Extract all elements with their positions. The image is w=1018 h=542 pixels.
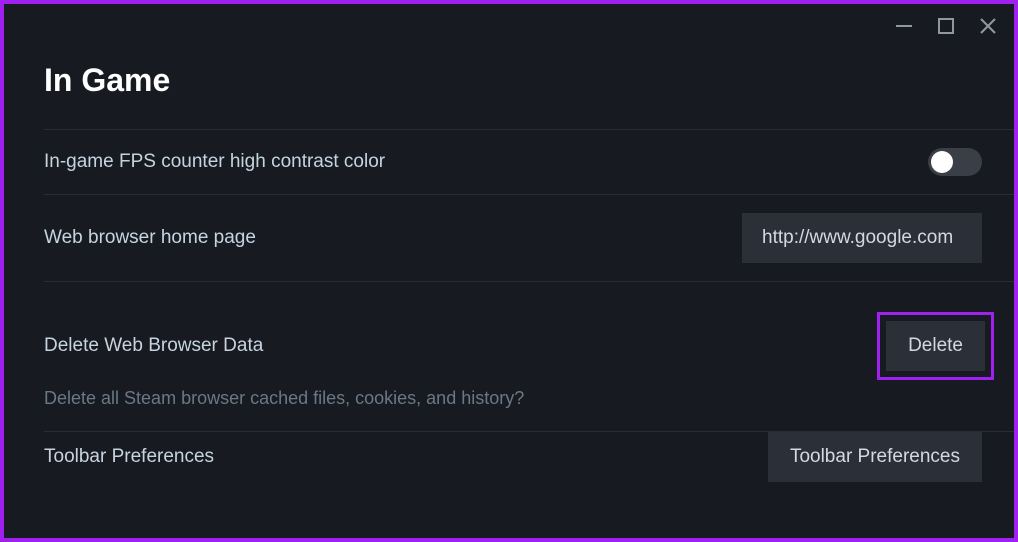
close-icon: [979, 17, 997, 35]
maximize-button[interactable]: [934, 14, 958, 38]
toolbar-label: Toolbar Preferences: [44, 446, 214, 468]
fps-contrast-toggle[interactable]: [928, 148, 982, 176]
page-title: In Game: [44, 62, 1014, 99]
fps-contrast-label: In-game FPS counter high contrast color: [44, 151, 385, 173]
toolbar-prefs-button[interactable]: Toolbar Preferences: [768, 432, 982, 482]
delete-button[interactable]: Delete: [886, 321, 985, 371]
homepage-input[interactable]: http://www.google.com: [742, 213, 982, 263]
delete-button-highlight: Delete: [877, 312, 994, 380]
settings-window: In Game In-game FPS counter high contras…: [4, 4, 1014, 538]
toggle-knob: [931, 151, 953, 173]
settings-content: In Game In-game FPS counter high contras…: [44, 48, 1014, 538]
close-button[interactable]: [976, 14, 1000, 38]
delete-data-desc: Delete all Steam browser cached files, c…: [44, 388, 1014, 431]
delete-data-section: Delete Web Browser Data Delete: [44, 281, 1014, 392]
delete-data-label: Delete Web Browser Data: [44, 335, 263, 357]
window-titlebar: [892, 4, 1014, 48]
fps-contrast-row: In-game FPS counter high contrast color: [44, 129, 1014, 194]
minimize-button[interactable]: [892, 14, 916, 38]
toolbar-row: Toolbar Preferences Toolbar Preferences: [44, 432, 1014, 500]
homepage-row: Web browser home page http://www.google.…: [44, 194, 1014, 281]
homepage-label: Web browser home page: [44, 227, 256, 249]
maximize-icon: [938, 18, 954, 34]
minimize-icon: [895, 17, 913, 35]
